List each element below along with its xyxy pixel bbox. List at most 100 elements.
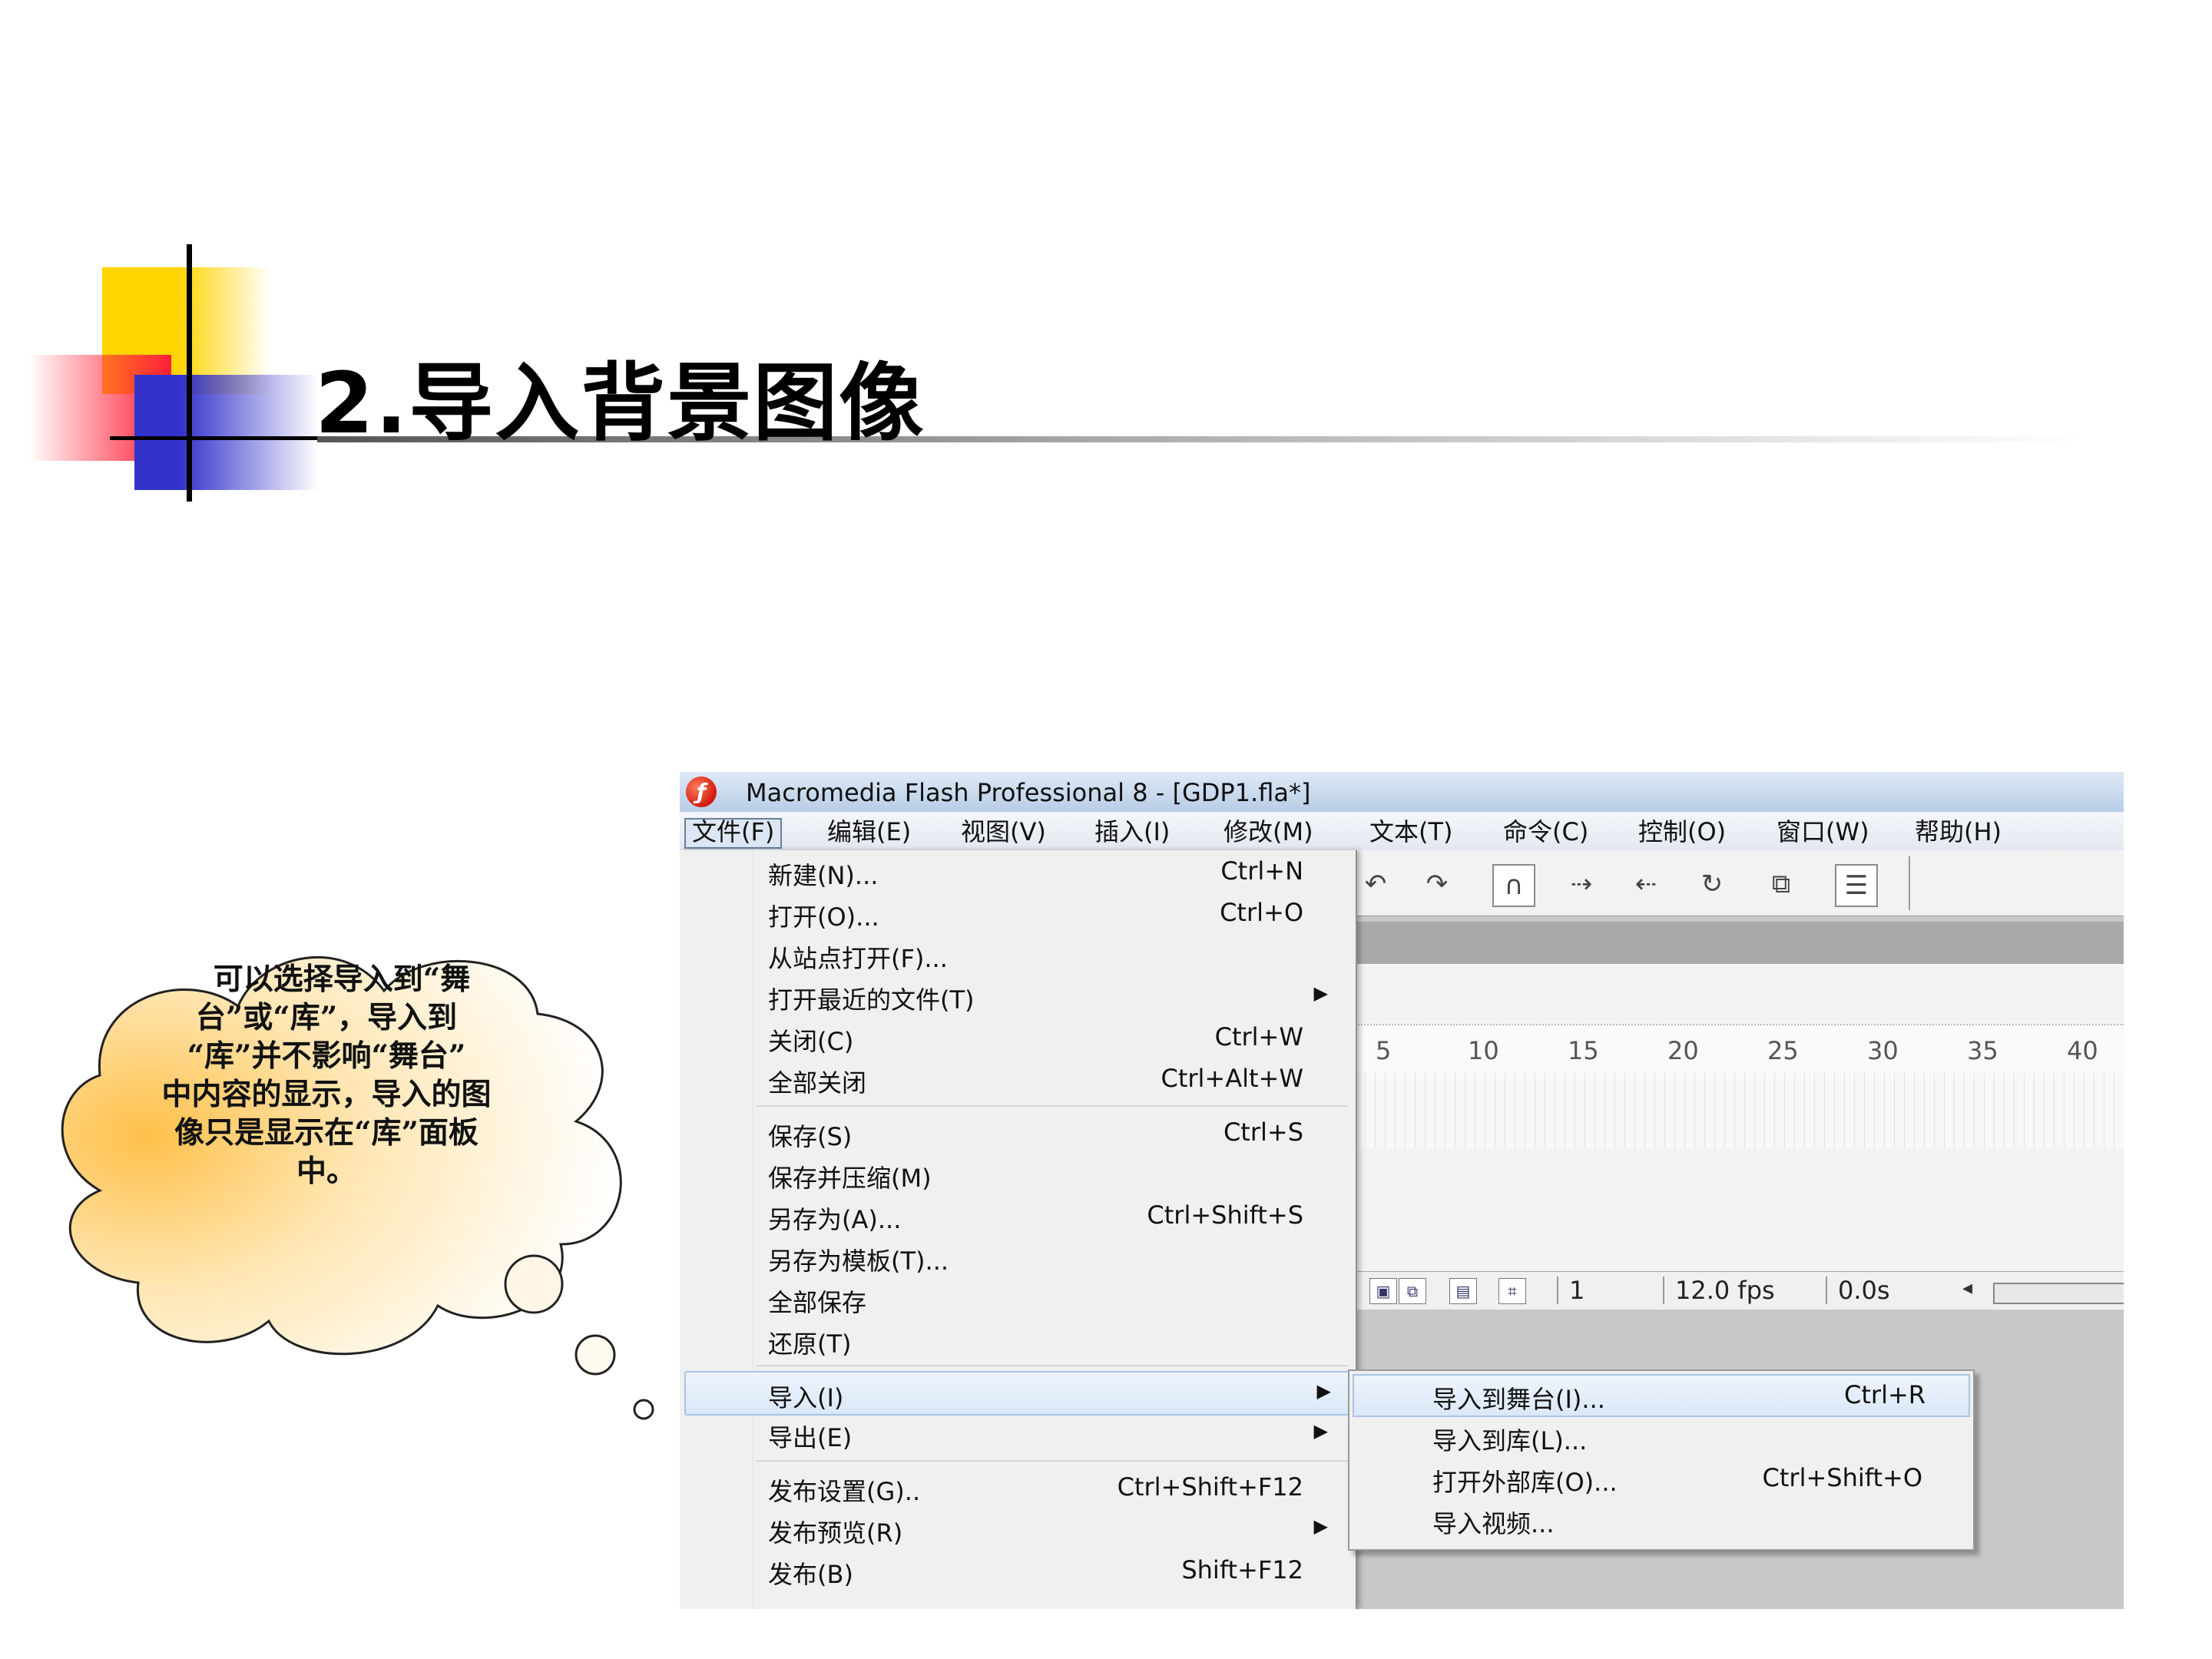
menu-item-label: 发布预览(R): [768, 1518, 903, 1548]
ruler-number: 25: [1767, 1036, 1799, 1065]
edit-bar: [1356, 922, 2124, 964]
onion-outline-icon[interactable]: ▤: [1449, 1278, 1477, 1304]
straighten-icon[interactable]: ⇠: [1626, 864, 1666, 904]
ruler-number: 10: [1468, 1036, 1499, 1065]
import-submenu: 导入到舞台(I)... Ctrl+R 导入到库(L)... 打开外部库(O)..…: [1348, 1369, 1975, 1551]
file-menu-item-close-all[interactable]: 全部关闭 Ctrl+Alt+W: [680, 1058, 1353, 1099]
smooth-icon[interactable]: ⇢: [1561, 864, 1601, 904]
callout-line: 可以选择导入到“舞: [213, 962, 471, 997]
ruler-number: 5: [1376, 1036, 1392, 1065]
submenu-arrow-icon: ▶: [1313, 982, 1328, 1004]
callout-line: 台”或“库”，导入到: [195, 1000, 458, 1035]
flash-logo-icon: ƒ: [686, 777, 717, 807]
menu-insert[interactable]: 插入(I): [1088, 818, 1176, 846]
menu-item-label: 全部保存: [768, 1288, 867, 1317]
file-menu-item-save-all[interactable]: 全部保存: [680, 1277, 1353, 1319]
menu-separator: [757, 1460, 1348, 1462]
window-title: Macromedia Flash Professional 8 - [GDP1.…: [746, 778, 1311, 807]
menu-item-shortcut: Ctrl+Alt+W: [1161, 1064, 1303, 1093]
ruler-number: 20: [1667, 1036, 1699, 1065]
menu-item-shortcut: Ctrl+Shift+S: [1147, 1200, 1303, 1230]
menu-item-label: 关闭(C): [768, 1027, 854, 1056]
menu-item-shortcut: Ctrl+Shift+F12: [1117, 1472, 1303, 1502]
thought-bubble-medium: [575, 1334, 616, 1376]
menu-edit[interactable]: 编辑(E): [821, 818, 917, 846]
frame-rate[interactable]: 12.0 fps: [1663, 1277, 1775, 1304]
file-menu-item-open[interactable]: 打开(O)... Ctrl+O: [680, 892, 1353, 933]
scale-icon[interactable]: ⧉: [1761, 864, 1801, 904]
menu-control[interactable]: 控制(O): [1632, 818, 1732, 846]
decor-vertical-line: [187, 244, 192, 502]
menu-file[interactable]: 文件(F): [684, 818, 783, 849]
timeline-statusbar: ▣ ⧉ ▤ ⌗ 1 12.0 fps 0.0s ◂: [1356, 1271, 2124, 1311]
menu-item-label: 导出(E): [768, 1423, 853, 1452]
menu-modify[interactable]: 修改(M): [1217, 818, 1320, 846]
menu-item-shortcut: Ctrl+S: [1223, 1118, 1303, 1147]
edit-markers-icon[interactable]: ⌗: [1498, 1278, 1526, 1304]
timeline-frames[interactable]: [1356, 1073, 2124, 1148]
menu-help[interactable]: 帮助(H): [1909, 818, 2008, 846]
file-menu-item-save[interactable]: 保存(S) Ctrl+S: [680, 1111, 1353, 1153]
callout-text: 可以选择导入到“舞 台”或“库”，导入到 “库”并不影响“舞台” 中内容的显示，…: [146, 960, 507, 1190]
file-menu-item-export[interactable]: 导出(E) ▶: [680, 1412, 1353, 1454]
menu-item-label: 导入到舞台(I)...: [1432, 1385, 1605, 1414]
callout-line: 中。: [296, 1154, 356, 1189]
menu-item-label: 还原(T): [768, 1330, 852, 1359]
file-menu-item-publish-preview[interactable]: 发布预览(R) ▶: [680, 1508, 1353, 1549]
ruler-number: 35: [1967, 1036, 1998, 1065]
submenu-item-import-to-library[interactable]: 导入到库(L)...: [1349, 1417, 1970, 1457]
menu-item-label: 打开最近的文件(T): [768, 985, 975, 1015]
thought-bubble-small: [633, 1399, 654, 1420]
window-titlebar[interactable]: ƒ Macromedia Flash Professional 8 - [GDP…: [680, 772, 2124, 812]
scroll-left-arrow-icon[interactable]: ◂: [1962, 1277, 1972, 1300]
menu-item-label: 导入到库(L)...: [1432, 1426, 1588, 1455]
file-menu-item-import[interactable]: 导入(I) ▶: [684, 1371, 1353, 1416]
menu-item-label: 保存(S): [768, 1122, 853, 1151]
file-menu-item-publish[interactable]: 发布(B) Shift+F12: [680, 1549, 1353, 1591]
menu-text[interactable]: 文本(T): [1363, 818, 1459, 846]
file-menu-item-publish-settings[interactable]: 发布设置(G).. Ctrl+Shift+F12: [680, 1466, 1353, 1508]
slide-title: 2.导入背景图像: [315, 354, 926, 452]
align-icon[interactable]: ☰: [1835, 864, 1878, 907]
submenu-item-open-external-library[interactable]: 打开外部库(O)... Ctrl+Shift+O: [1349, 1459, 1970, 1498]
ruler-number: 15: [1568, 1036, 1599, 1065]
file-menu-item-close[interactable]: 关闭(C) Ctrl+W: [680, 1016, 1353, 1058]
snap-magnet-icon[interactable]: ∩: [1492, 864, 1535, 907]
submenu-item-import-video[interactable]: 导入视频...: [1349, 1500, 1970, 1540]
center-frame-icon[interactable]: ▣: [1369, 1278, 1397, 1304]
file-menu-item-open-recent[interactable]: 打开最近的文件(T) ▶: [680, 975, 1353, 1016]
menu-window[interactable]: 窗口(W): [1770, 818, 1876, 846]
callout-line: 中内容的显示，导入的图: [161, 1077, 492, 1112]
menu-item-shortcut: Ctrl+R: [1844, 1380, 1926, 1409]
menu-item-label: 打开(O)...: [768, 902, 879, 932]
file-menu-item-revert[interactable]: 还原(T): [680, 1319, 1353, 1360]
menu-item-shortcut: Shift+F12: [1181, 1555, 1303, 1584]
submenu-arrow-icon: ▶: [1316, 1380, 1331, 1402]
redo-icon[interactable]: ↷: [1417, 864, 1457, 904]
file-menu-item-new[interactable]: 新建(N)... Ctrl+N: [680, 850, 1353, 892]
file-menu-item-save-as[interactable]: 另存为(A)... Ctrl+Shift+S: [680, 1194, 1353, 1236]
decor-horizontal-line: [110, 436, 317, 440]
menu-commands[interactable]: 命令(C): [1497, 818, 1594, 846]
menu-item-shortcut: Ctrl+Shift+O: [1762, 1463, 1922, 1492]
onion-skin-icon[interactable]: ⧉: [1399, 1278, 1426, 1304]
file-menu-item-save-as-template[interactable]: 另存为模板(T)...: [680, 1236, 1353, 1277]
menu-item-label: 发布设置(G)..: [768, 1477, 921, 1506]
undo-icon[interactable]: ↶: [1356, 864, 1396, 904]
file-menu-dropdown: 新建(N)... Ctrl+N 打开(O)... Ctrl+O 从站点打开(F)…: [680, 850, 1357, 1609]
main-toolbar: ↶ ↷ ∩ ⇢ ⇠ ↻ ⧉ ☰: [1356, 850, 2124, 916]
timeline-scrollbar[interactable]: [1993, 1283, 2124, 1304]
menu-separator: [757, 1365, 1348, 1366]
submenu-item-import-to-stage[interactable]: 导入到舞台(I)... Ctrl+R: [1353, 1374, 1970, 1417]
decor-blue-square: [134, 375, 319, 490]
thought-bubble-large: [504, 1254, 564, 1314]
ruler-number: 30: [1867, 1036, 1899, 1065]
menu-item-label: 保存并压缩(M): [768, 1164, 932, 1193]
menu-view[interactable]: 视图(V): [955, 818, 1052, 846]
file-menu-item-open-from-site[interactable]: 从站点打开(F)...: [680, 933, 1353, 975]
current-frame: 1: [1557, 1277, 1638, 1304]
file-menu-item-save-compact[interactable]: 保存并压缩(M): [680, 1153, 1353, 1194]
elapsed-time: 0.0s: [1826, 1277, 1890, 1304]
menu-separator: [757, 1105, 1348, 1107]
rotate-icon[interactable]: ↻: [1692, 864, 1732, 904]
